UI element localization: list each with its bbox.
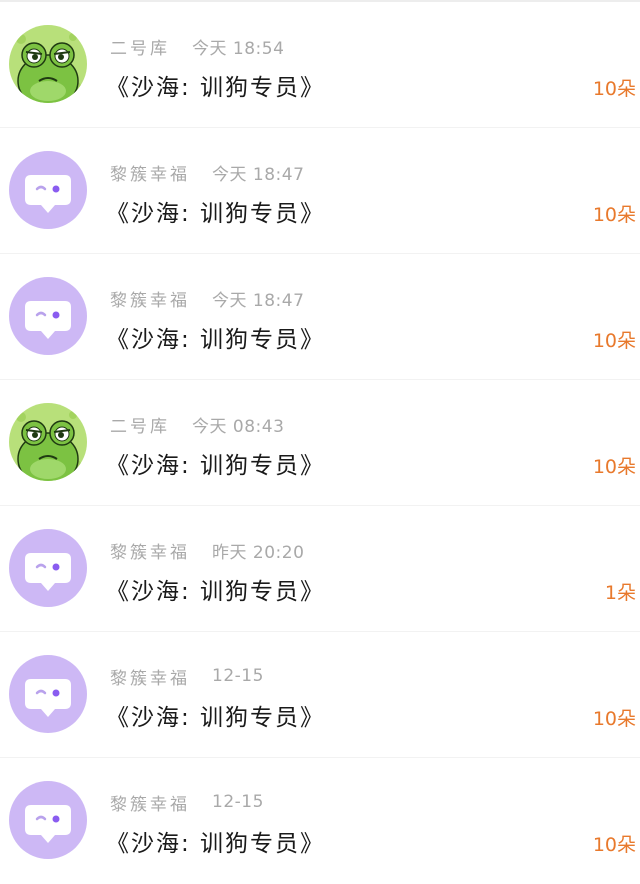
gift-count: 10朵 <box>592 456 636 478</box>
message-meta: 黎簇幸福 今天 18:47 <box>110 286 305 311</box>
timestamp: 今天 18:47 <box>212 164 305 185</box>
sender-name[interactable]: 黎簇幸福 <box>110 160 190 185</box>
message-meta: 黎簇幸福 12-15 <box>110 664 264 689</box>
chat-bubble-icon <box>9 781 87 859</box>
book-title[interactable]: 《沙海: 训狗专员》 <box>106 572 325 606</box>
book-title[interactable]: 《沙海: 训狗专员》 <box>106 824 325 858</box>
book-title[interactable]: 《沙海: 训狗专员》 <box>106 68 325 102</box>
avatar[interactable] <box>9 277 87 355</box>
gift-count: 10朵 <box>592 708 636 730</box>
avatar[interactable] <box>9 529 87 607</box>
timestamp: 今天 18:54 <box>192 38 285 59</box>
sender-name[interactable]: 二号库 <box>110 34 170 59</box>
sender-name[interactable]: 二号库 <box>110 412 170 437</box>
list-item[interactable]: 黎簇幸福 昨天 20:20 《沙海: 训狗专员》 1朵 <box>0 506 640 632</box>
sender-name[interactable]: 黎簇幸福 <box>110 538 190 563</box>
avatar[interactable] <box>9 655 87 733</box>
book-title[interactable]: 《沙海: 训狗专员》 <box>106 446 325 480</box>
sender-name[interactable]: 黎簇幸福 <box>110 790 190 815</box>
gift-message-list: 二号库 今天 18:54 《沙海: 训狗专员》 10朵 黎簇幸福 今天 18:4… <box>0 2 640 884</box>
avatar[interactable] <box>9 403 87 481</box>
gift-count: 10朵 <box>592 330 636 352</box>
chat-bubble-icon <box>9 655 87 733</box>
avatar[interactable] <box>9 151 87 229</box>
message-meta: 二号库 今天 08:43 <box>110 412 285 437</box>
list-item[interactable]: 黎簇幸福 今天 18:47 《沙海: 训狗专员》 10朵 <box>0 128 640 254</box>
list-item[interactable]: 黎簇幸福 今天 18:47 《沙海: 训狗专员》 10朵 <box>0 254 640 380</box>
list-item[interactable]: 二号库 今天 08:43 《沙海: 训狗专员》 10朵 <box>0 380 640 506</box>
timestamp: 今天 08:43 <box>192 416 285 437</box>
sender-name[interactable]: 黎簇幸福 <box>110 286 190 311</box>
timestamp: 昨天 20:20 <box>212 542 305 563</box>
list-item[interactable]: 二号库 今天 18:54 《沙海: 训狗专员》 10朵 <box>0 2 640 128</box>
chat-bubble-icon <box>9 529 87 607</box>
message-meta: 黎簇幸福 今天 18:47 <box>110 160 305 185</box>
gift-count: 1朵 <box>604 582 636 604</box>
book-title[interactable]: 《沙海: 训狗专员》 <box>106 194 325 228</box>
book-title[interactable]: 《沙海: 训狗专员》 <box>106 698 325 732</box>
sender-name[interactable]: 黎簇幸福 <box>110 664 190 689</box>
frog-icon <box>9 403 87 481</box>
list-item[interactable]: 黎簇幸福 12-15 《沙海: 训狗专员》 10朵 <box>0 632 640 758</box>
avatar[interactable] <box>9 781 87 859</box>
message-meta: 黎簇幸福 昨天 20:20 <box>110 538 305 563</box>
chat-bubble-icon <box>9 277 87 355</box>
avatar[interactable] <box>9 25 87 103</box>
gift-count: 10朵 <box>592 204 636 226</box>
gift-count: 10朵 <box>592 834 636 856</box>
timestamp: 今天 18:47 <box>212 290 305 311</box>
timestamp: 12-15 <box>212 792 264 812</box>
gift-count: 10朵 <box>592 78 636 100</box>
book-title[interactable]: 《沙海: 训狗专员》 <box>106 320 325 354</box>
chat-bubble-icon <box>9 151 87 229</box>
message-meta: 黎簇幸福 12-15 <box>110 790 264 815</box>
message-meta: 二号库 今天 18:54 <box>110 34 285 59</box>
list-item[interactable]: 黎簇幸福 12-15 《沙海: 训狗专员》 10朵 <box>0 758 640 884</box>
timestamp: 12-15 <box>212 666 264 686</box>
frog-icon <box>9 25 87 103</box>
